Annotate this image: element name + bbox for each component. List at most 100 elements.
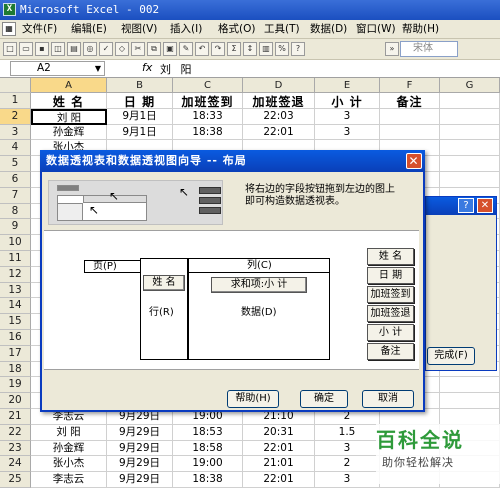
row-header[interactable]: 24 (0, 456, 31, 473)
column-header[interactable]: C (173, 78, 243, 93)
column-header[interactable]: G (440, 78, 500, 93)
cut-icon[interactable]: ✂ (131, 42, 145, 56)
data-cell[interactable]: 2 (315, 456, 380, 473)
row-header[interactable]: 19 (0, 377, 31, 394)
data-cell[interactable]: 22:01 (243, 472, 315, 488)
row-header[interactable]: 17 (0, 345, 31, 362)
menu-data[interactable]: 数据(D) (310, 22, 347, 37)
data-cell[interactable]: 9月29日 (107, 456, 173, 473)
row-header[interactable]: 21 (0, 409, 31, 425)
sort-icon[interactable]: ↕ (243, 42, 257, 56)
row-header[interactable]: 6 (0, 172, 31, 188)
data-cell[interactable]: 18:58 (173, 440, 243, 457)
row-header[interactable]: 18 (0, 361, 31, 378)
data-cell[interactable]: 3 (315, 124, 380, 141)
data-cell[interactable] (440, 140, 500, 157)
data-cell[interactable]: 22:01 (243, 440, 315, 457)
header-cell[interactable]: 加班签退 (243, 93, 315, 109)
column-area[interactable]: 列(C) (189, 259, 329, 273)
column-header[interactable]: A (31, 78, 107, 93)
open-icon[interactable]: ▭ (19, 42, 33, 56)
data-cell[interactable]: 张小杰 (31, 456, 107, 473)
finish-button[interactable]: 完成(F) (427, 347, 475, 365)
row-header[interactable]: 25 (0, 472, 31, 488)
close-icon[interactable]: ✕ (406, 153, 422, 169)
print-icon[interactable]: ▤ (67, 42, 81, 56)
data-cell[interactable]: 3 (315, 108, 380, 125)
cancel-button[interactable]: 取消 (362, 390, 414, 408)
row-header[interactable]: 12 (0, 266, 31, 283)
data-area[interactable]: 列(C) 求和项:小 计 数据(D) (188, 258, 330, 360)
help-question-icon[interactable]: ? (458, 198, 474, 213)
field-button-name[interactable]: 姓 名 (367, 248, 414, 265)
data-cell[interactable]: 9月29日 (107, 440, 173, 457)
data-cell[interactable]: 9月1日 (107, 124, 173, 141)
data-cell[interactable]: 孙金辉 (31, 440, 107, 457)
row-header[interactable]: 10 (0, 235, 31, 251)
data-cell[interactable]: 孙金辉 (31, 124, 107, 141)
header-cell[interactable]: 姓 名 (31, 93, 107, 109)
data-cell[interactable]: 9月29日 (107, 472, 173, 488)
data-cell[interactable] (440, 108, 500, 125)
data-field-button[interactable]: 求和项:小 计 (211, 277, 307, 293)
menu-file[interactable]: 文件(F) (22, 22, 57, 37)
new-icon[interactable]: □ (3, 42, 17, 56)
data-cell[interactable]: 18:38 (173, 124, 243, 141)
row-header[interactable]: 5 (0, 156, 31, 172)
row-header[interactable]: 4 (0, 140, 31, 157)
research-icon[interactable]: ◇ (115, 42, 129, 56)
help-icon[interactable]: ? (291, 42, 305, 56)
row-header[interactable]: 11 (0, 251, 31, 267)
row-header[interactable]: 9 (0, 219, 31, 236)
font-name-box[interactable]: 宋体 (400, 41, 458, 57)
data-cell[interactable] (440, 377, 500, 394)
row-area[interactable]: 姓 名 行(R) (140, 258, 188, 360)
field-button-subtotal[interactable]: 小 计 (367, 324, 414, 341)
data-cell[interactable]: 21:01 (243, 456, 315, 473)
menu-help[interactable]: 帮助(H) (402, 22, 439, 37)
name-box[interactable]: A2 ▼ (10, 61, 105, 76)
row-header[interactable]: 20 (0, 393, 31, 409)
data-cell[interactable]: 9月29日 (107, 424, 173, 441)
field-button-date[interactable]: 日 期 (367, 267, 414, 284)
copy-icon[interactable]: ⧉ (147, 42, 161, 56)
column-header[interactable]: B (107, 78, 173, 93)
document-icon[interactable]: ▦ (2, 22, 16, 36)
row-header[interactable]: 16 (0, 330, 31, 346)
data-cell[interactable]: 刘 阳 (31, 424, 107, 441)
data-cell[interactable]: 刘 阳 (31, 108, 107, 125)
column-header[interactable]: D (243, 78, 315, 93)
data-cell[interactable]: 9月1日 (107, 108, 173, 125)
menu-edit[interactable]: 编辑(E) (71, 22, 107, 37)
data-cell[interactable]: 18:53 (173, 424, 243, 441)
data-cell[interactable] (380, 124, 440, 141)
close-icon[interactable]: ✕ (477, 198, 493, 213)
select-all-corner[interactable] (0, 78, 31, 93)
row-header[interactable]: 14 (0, 298, 31, 315)
data-cell[interactable]: 18:38 (173, 472, 243, 488)
field-button-checkin[interactable]: 加班签到 (367, 286, 414, 303)
data-cell[interactable] (440, 393, 500, 409)
row-field-button[interactable]: 姓 名 (143, 275, 185, 291)
data-cell[interactable] (440, 124, 500, 141)
menu-format[interactable]: 格式(O) (218, 22, 255, 37)
save-icon[interactable]: ▪ (35, 42, 49, 56)
format-painter-icon[interactable]: ✎ (179, 42, 193, 56)
data-cell[interactable] (440, 156, 500, 172)
row-header[interactable]: 23 (0, 440, 31, 457)
toolbar-options-icon[interactable]: » (385, 42, 399, 56)
data-cell[interactable]: 3 (315, 440, 380, 457)
menu-insert[interactable]: 插入(I) (170, 22, 202, 37)
header-cell[interactable]: 日 期 (107, 93, 173, 109)
data-cell[interactable]: 20:31 (243, 424, 315, 441)
row-header[interactable]: 3 (0, 124, 31, 141)
row-header[interactable]: 13 (0, 282, 31, 299)
ok-button[interactable]: 确定 (300, 390, 348, 408)
field-button-remarks[interactable]: 备注 (367, 343, 414, 360)
header-cell[interactable]: 加班签到 (173, 93, 243, 109)
field-button-checkout[interactable]: 加班签退 (367, 305, 414, 322)
data-cell[interactable] (440, 409, 500, 425)
column-header[interactable]: E (315, 78, 380, 93)
fx-icon[interactable]: fx (142, 61, 152, 74)
row-header[interactable]: 8 (0, 203, 31, 220)
